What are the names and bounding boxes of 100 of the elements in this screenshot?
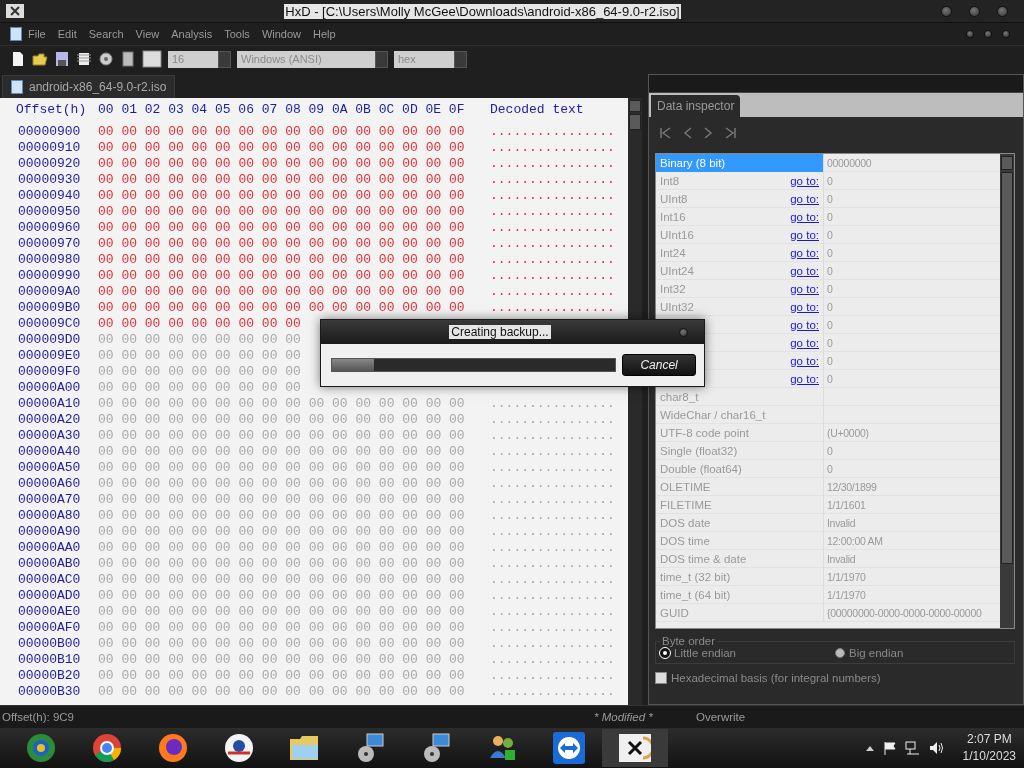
close-button[interactable] [679, 327, 688, 337]
speaker-icon[interactable] [928, 741, 945, 755]
menu-item[interactable]: Search [82, 28, 130, 40]
network-icon[interactable] [904, 741, 921, 755]
column-header: 02 [144, 102, 162, 119]
file-tab[interactable]: android-x86_64-9.0-r2.iso [2, 75, 176, 98]
window-control-button[interactable] [969, 5, 980, 17]
menu-item[interactable]: Window [255, 28, 307, 40]
inspector-row[interactable]: UInt32 go to: [656, 298, 824, 316]
offset-cell: 00000A50 [18, 460, 82, 476]
decoded-text: ................ [490, 220, 615, 236]
go-to-link[interactable]: go to: [790, 370, 819, 388]
offset-cell: 00000990 [18, 268, 82, 284]
hex-bytes: 00 00 00 00 00 00 00 00 00 00 00 00 00 00 00 00 [98, 508, 465, 524]
document-icon[interactable] [120, 51, 136, 67]
hex-bytes: 00 00 00 00 00 00 00 00 00 00 00 00 00 00 00 00 [98, 588, 465, 604]
scrollbar[interactable] [1000, 154, 1014, 628]
inspector-label: Binary (8 bit) [660, 156, 726, 171]
go-to-link[interactable]: go to: [790, 190, 819, 208]
cancel-button[interactable]: Cancel [622, 354, 696, 376]
window-control-button[interactable] [984, 30, 992, 38]
dialog-title: Creating backup... [449, 325, 551, 339]
offset-cell: 00000B30 [18, 684, 82, 700]
hex-bytes: 00 00 00 00 00 00 00 00 00 00 00 00 00 00 00 00 [98, 396, 465, 412]
window-control-button[interactable] [997, 5, 1008, 17]
previous-icon[interactable] [681, 126, 693, 140]
radio-option[interactable]: Little endian [660, 647, 835, 659]
menu-item[interactable]: Help [307, 28, 342, 40]
go-to-link[interactable]: go to: [790, 352, 819, 370]
next-icon[interactable] [703, 126, 715, 140]
folder-icon[interactable] [32, 51, 48, 67]
radio-button[interactable] [660, 648, 670, 658]
inspector-row[interactable]: UInt24 go to: [656, 262, 824, 280]
decoded-text: ................ [490, 300, 615, 316]
decoded-text: ................ [490, 476, 615, 492]
first-icon[interactable] [659, 126, 671, 140]
menu-item[interactable]: View [129, 28, 166, 40]
go-to-link[interactable]: go to: [790, 334, 819, 352]
column-header: 01 [121, 102, 138, 119]
go-to-link[interactable]: go to: [790, 280, 819, 298]
go-to-link[interactable]: go to: [790, 298, 819, 316]
checkbox[interactable] [655, 672, 667, 684]
inspector-label: char8_t [660, 390, 699, 405]
go-to-link[interactable]: go to: [790, 226, 819, 244]
inspector-label: UInt24 [660, 264, 694, 279]
inspector-label: UInt8 [660, 192, 688, 207]
window-control-button[interactable] [1002, 30, 1010, 38]
inspector-value: {00000000-0000-0000-0000-00000 [826, 607, 982, 619]
save-icon[interactable] [54, 51, 70, 67]
caret-up-icon[interactable] [864, 744, 875, 752]
inspector-label: UInt16 [660, 228, 694, 243]
new-file-icon[interactable] [10, 51, 26, 67]
menu-item[interactable]: Edit [51, 28, 83, 40]
column-header: 0E [425, 102, 443, 119]
inspector-label: FILETIME [660, 498, 712, 513]
inspector-row[interactable]: Int32 go to: [656, 280, 824, 298]
offset-cell: 00000A10 [18, 396, 82, 412]
decoded-text: ................ [490, 636, 615, 652]
decoded-text: ................ [490, 540, 615, 556]
offset-cell: 00000A70 [18, 492, 82, 508]
hex-bytes: 00 00 00 00 00 00 00 00 00 00 00 00 00 00 00 00 [98, 444, 465, 460]
offset-cell: 00000A20 [18, 412, 82, 428]
last-icon[interactable] [725, 126, 737, 140]
go-to-link[interactable]: go to: [790, 244, 819, 262]
decoded-text: ................ [490, 188, 615, 204]
window-control-button[interactable] [966, 30, 974, 38]
chip-icon[interactable] [76, 51, 92, 67]
gear-icon[interactable] [98, 51, 114, 67]
hex-bytes: 00 00 00 00 00 00 00 00 00 00 00 00 00 00 00 00 [98, 156, 465, 172]
hex-bytes: 00 00 00 00 00 00 00 00 00 [98, 348, 301, 364]
window-control-button[interactable] [941, 5, 952, 17]
offset-cell: 00000B10 [18, 652, 82, 668]
inspector-row[interactable]: Int8 go to: [656, 172, 824, 190]
hex-bytes: 00 00 00 00 00 00 00 00 00 00 00 00 00 00 00 00 [98, 668, 465, 684]
inspector-row[interactable]: Int24 go to: [656, 244, 824, 262]
taskbar-app[interactable] [602, 729, 668, 767]
inspector-row[interactable]: UInt8 go to: [656, 190, 824, 208]
menu-item[interactable]: Analysis [165, 28, 219, 40]
inspector-label: UInt32 [660, 300, 694, 315]
inspector-row[interactable]: UInt16 go to: [656, 226, 824, 244]
inspector-row[interactable]: Int16 go to: [656, 208, 824, 226]
flag-icon[interactable] [882, 741, 897, 755]
decoded-text: ................ [490, 204, 615, 220]
go-to-link[interactable]: go to: [790, 316, 819, 334]
menu-item[interactable]: File [22, 28, 52, 40]
decoded-text: ................ [490, 524, 615, 540]
hex-bytes: 00 00 00 00 00 00 00 00 00 00 00 00 00 00 00 00 [98, 620, 465, 636]
go-to-link[interactable]: go to: [790, 172, 819, 190]
go-to-link[interactable]: go to: [790, 208, 819, 226]
window-icon[interactable] [142, 50, 162, 68]
go-to-link[interactable]: go to: [790, 262, 819, 280]
checkbox-option[interactable]: Hexadecimal basis (for integral numbers) [655, 672, 1023, 684]
inspector-value: 0 [826, 373, 833, 385]
menu-item[interactable]: Tools [218, 28, 256, 40]
radio-option[interactable]: Big endian [835, 647, 1010, 659]
hex-bytes: 00 00 00 00 00 00 00 00 00 00 00 00 00 00 00 00 [98, 188, 465, 204]
inspector-label: OLETIME [660, 480, 711, 495]
offset-cell: 00000A40 [18, 444, 82, 460]
inspector-tab[interactable]: Data inspector [651, 95, 741, 117]
radio-button[interactable] [835, 648, 845, 658]
